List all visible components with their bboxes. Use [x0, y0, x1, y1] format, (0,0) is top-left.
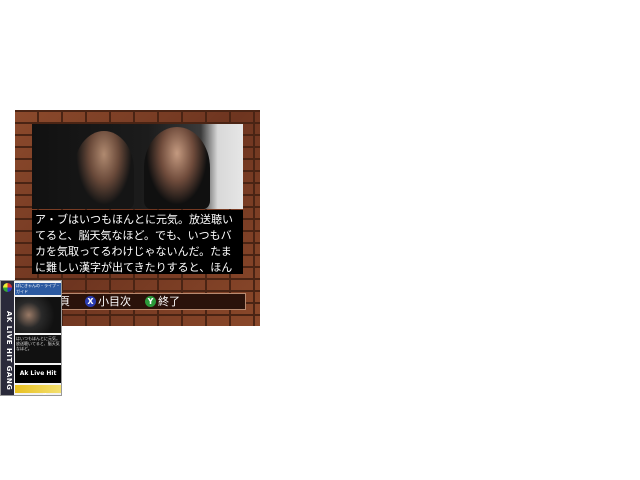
box-photo: [15, 297, 61, 333]
snes-logo-icon: [3, 283, 12, 292]
x-button-icon[interactable]: X: [85, 296, 96, 307]
y-button-icon[interactable]: Y: [145, 296, 156, 307]
dialog-line: てると、脳天気なほど。でも、いつもバ: [35, 229, 232, 242]
box-blurb: はいつもほんとに元気。放送聴いてると、脳天気なほど。: [15, 335, 61, 363]
spine-title: AK LIVE HIT GANG: [5, 311, 13, 391]
exit-control[interactable]: Y 終了: [145, 294, 180, 309]
box-bottom-strip: [15, 385, 61, 393]
sub-index-label: 小目次: [98, 295, 131, 308]
dialog-line: ア・ブはいつもほんとに元気。放送聴い: [35, 213, 233, 226]
sub-index-control[interactable]: X 小目次: [85, 294, 131, 309]
portrait-photo: [32, 124, 243, 209]
box-spine: AK LIVE HIT GANG: [1, 281, 14, 395]
dialog-line: カを気取ってるわけじゃないんだ。たま: [35, 245, 232, 258]
person-right-image: [144, 127, 210, 209]
control-bar: 頁 X 小目次 Y 終了: [32, 293, 246, 310]
box-top-banner: ぽにきゃんの・ライブ・ガイド: [15, 283, 61, 295]
dialog-line: に難しい漢字が出てきたりすると、ほん: [35, 261, 233, 274]
exit-label: 終了: [158, 295, 180, 308]
dialog-text-box: ア・ブはいつもほんとに元気。放送聴い てると、脳天気なほど。でも、いつもバ カを…: [32, 210, 243, 274]
box-title: Ak Live Hit Gang: [15, 365, 61, 395]
game-box-art: AK LIVE HIT GANG ぽにきゃんの・ライブ・ガイド はいつもほんとに…: [0, 280, 62, 396]
person-left-image: [74, 131, 134, 209]
